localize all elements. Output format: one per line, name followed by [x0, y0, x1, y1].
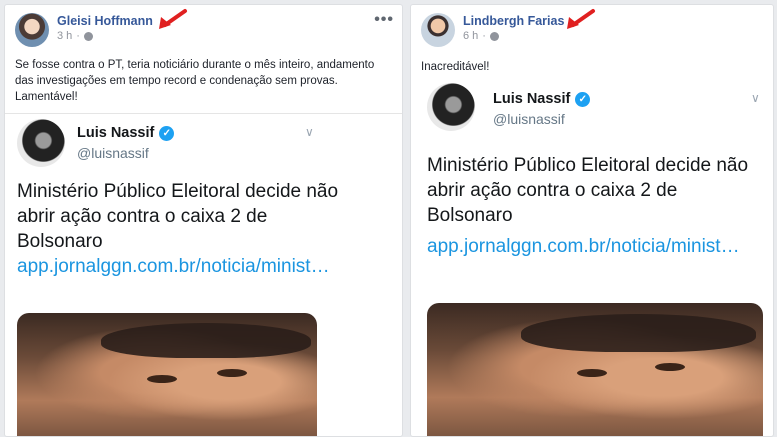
post-time[interactable]: 3 h: [57, 29, 72, 44]
tweet-author-name[interactable]: Luis Nassif ✓: [493, 91, 591, 107]
more-dots-icon[interactable]: •••: [374, 11, 394, 29]
red-arrow-icon: [567, 9, 595, 29]
post-meta: 3 h ·: [57, 29, 153, 44]
chevron-down-icon[interactable]: ∨: [305, 125, 314, 139]
tweet-author-avatar[interactable]: [427, 83, 475, 131]
facebook-post-lindbergh: Lindbergh Farias 6 h · Inacreditável! Lu…: [410, 4, 774, 437]
tweet-author-name[interactable]: Luis Nassif ✓: [77, 125, 175, 141]
post-text: Se fosse contra o PT, teria noticiário d…: [15, 59, 375, 103]
tweet-photo[interactable]: [427, 303, 763, 436]
tweet-link[interactable]: app.jornalggn.com.br/noticia/minist…: [427, 234, 747, 259]
chevron-down-icon[interactable]: ∨: [751, 91, 760, 105]
verified-badge-icon: ✓: [159, 125, 175, 141]
tweet-author-name-text: Luis Nassif: [77, 125, 155, 141]
globe-icon: [489, 32, 499, 41]
tweet-link[interactable]: app.jornalggn.com.br/noticia/minist…: [17, 254, 330, 279]
tweet-text: Ministério Público Eleitoral decide não …: [427, 155, 749, 226]
author-name[interactable]: Lindbergh Farias: [463, 13, 564, 29]
tweet-text: Ministério Público Eleitoral decide não …: [17, 181, 339, 252]
post-meta: 6 h ·: [463, 29, 564, 44]
tweet-author-name-text: Luis Nassif: [493, 91, 571, 107]
author-avatar[interactable]: [15, 13, 49, 47]
author-name[interactable]: Gleisi Hoffmann: [57, 13, 153, 29]
tweet-photo[interactable]: [17, 313, 317, 436]
tweet-author-handle: @luisnassif: [77, 145, 149, 161]
post-header: Gleisi Hoffmann 3 h ·: [15, 13, 153, 47]
post-text: Inacreditável!: [421, 61, 490, 73]
facebook-post-gleisi: Gleisi Hoffmann 3 h · ••• Se fosse contr…: [4, 4, 403, 437]
red-arrow-icon: [159, 9, 187, 29]
globe-icon: [83, 32, 93, 41]
divider: [5, 113, 402, 114]
post-time[interactable]: 6 h: [463, 29, 478, 44]
tweet-author-handle: @luisnassif: [493, 111, 565, 127]
tweet-author-avatar[interactable]: [17, 119, 65, 167]
author-avatar[interactable]: [421, 13, 455, 47]
post-header: Lindbergh Farias 6 h ·: [421, 13, 564, 47]
verified-badge-icon: ✓: [575, 91, 591, 107]
